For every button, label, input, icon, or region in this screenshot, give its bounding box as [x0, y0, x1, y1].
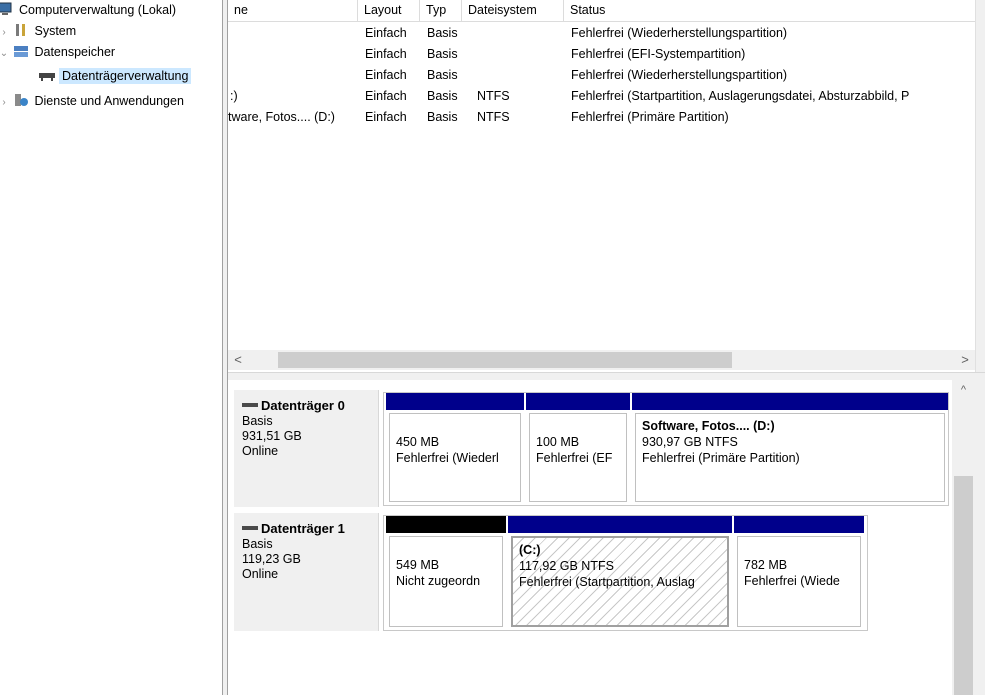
- pane-divider[interactable]: [228, 372, 985, 380]
- table-row[interactable]: Einfach Basis Fehlerfrei (Wiederherstell…: [228, 23, 975, 44]
- column-header-name[interactable]: ne: [228, 0, 358, 22]
- scroll-left-icon[interactable]: <: [228, 350, 248, 370]
- disk-0-label[interactable]: Datenträger 0 Basis 931,51 GB Online: [234, 390, 379, 507]
- table-row[interactable]: tware, Fotos.... (D:) Einfach Basis NTFS…: [228, 107, 975, 128]
- window-edge: [975, 380, 985, 695]
- disk-icon: [242, 403, 258, 407]
- storage-icon: [13, 44, 29, 58]
- table-row[interactable]: Einfach Basis Fehlerfrei (Wiederherstell…: [228, 65, 975, 86]
- list-vertical-scrollbar[interactable]: [975, 0, 985, 380]
- volume-list: ne Layout Typ Dateisystem Status Einfach…: [228, 0, 975, 372]
- chevron-right-icon[interactable]: ›: [0, 23, 10, 43]
- list-horizontal-scrollbar[interactable]: < >: [228, 350, 975, 370]
- disk-view-vertical-scrollbar[interactable]: ^: [952, 380, 975, 695]
- table-row[interactable]: :) Einfach Basis NTFS Fehlerfrei (Startp…: [228, 86, 975, 107]
- scroll-thumb[interactable]: [954, 476, 973, 695]
- scroll-right-icon[interactable]: >: [955, 350, 975, 370]
- computer-management-icon: [0, 2, 14, 16]
- partition-block[interactable]: Software, Fotos.... (D:) 930,97 GB NTFS …: [632, 393, 948, 505]
- services-icon: [13, 93, 29, 107]
- chevron-down-icon[interactable]: ⌄: [0, 44, 10, 64]
- scroll-up-icon[interactable]: ^: [952, 380, 975, 400]
- tree-item-storage[interactable]: ⌄ Datenspeicher: [0, 42, 115, 62]
- disk-graphical-view: Datenträger 0 Basis 931,51 GB Online 450…: [228, 380, 952, 695]
- disk-management-icon: [38, 68, 55, 82]
- disk-1-label[interactable]: Datenträger 1 Basis 119,23 GB Online: [234, 513, 379, 631]
- column-header-type[interactable]: Typ: [420, 0, 462, 22]
- system-tools-icon: [13, 23, 29, 37]
- disk-icon: [242, 526, 258, 530]
- table-row[interactable]: Einfach Basis Fehlerfrei (EFI-Systempart…: [228, 44, 975, 65]
- tree-item-services[interactable]: › Dienste und Anwendungen: [0, 91, 184, 111]
- disk-1-partitions: 549 MB Nicht zugeordn (C:) 117,92 GB NTF…: [383, 515, 868, 631]
- chevron-right-icon[interactable]: ›: [0, 93, 10, 113]
- partition-block[interactable]: 782 MB Fehlerfrei (Wiede: [734, 516, 864, 630]
- column-header-layout[interactable]: Layout: [358, 0, 420, 22]
- tree-item-computer-management[interactable]: Computerverwaltung (Lokal): [0, 0, 176, 20]
- navigation-tree: Computerverwaltung (Lokal) › System ⌄ Da…: [0, 0, 222, 695]
- partition-block[interactable]: 100 MB Fehlerfrei (EF: [526, 393, 630, 505]
- disk-0-partitions: 450 MB Fehlerfrei (Wiederl 100 MB Fehler…: [383, 392, 949, 506]
- column-header-filesystem[interactable]: Dateisystem: [462, 0, 564, 22]
- partition-block-selected[interactable]: (C:) 117,92 GB NTFS Fehlerfrei (Startpar…: [508, 516, 732, 630]
- tree-item-disk-management[interactable]: Datenträgerverwaltung: [38, 66, 192, 86]
- column-header-status[interactable]: Status: [564, 0, 975, 22]
- partition-block-unallocated[interactable]: 549 MB Nicht zugeordn: [386, 516, 506, 630]
- scroll-thumb[interactable]: [278, 352, 732, 368]
- partition-block[interactable]: 450 MB Fehlerfrei (Wiederl: [386, 393, 524, 505]
- tree-item-system[interactable]: › System: [0, 21, 76, 41]
